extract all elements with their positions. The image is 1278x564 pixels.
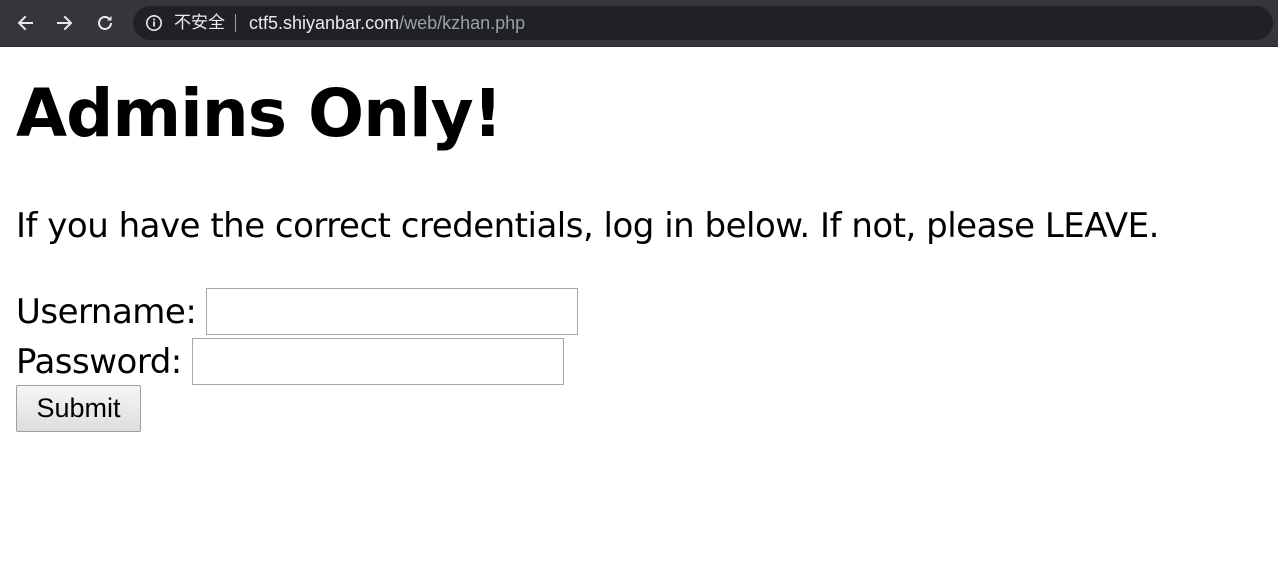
submit-button[interactable]: Submit xyxy=(16,385,141,432)
password-input[interactable] xyxy=(191,338,564,385)
password-row: Password: xyxy=(16,338,564,385)
reload-button[interactable] xyxy=(92,10,118,36)
reload-icon xyxy=(98,16,112,30)
intro-text: If you have the correct credentials, log… xyxy=(16,206,1159,246)
username-row: Username: xyxy=(16,288,579,335)
password-label: Password: xyxy=(16,341,182,382)
address-bar[interactable]: 不安全 ctf5.shiyanbar.com/web/kzhan.php xyxy=(133,6,1273,40)
info-icon[interactable] xyxy=(145,14,163,32)
browser-toolbar: 不安全 ctf5.shiyanbar.com/web/kzhan.php xyxy=(0,0,1278,47)
username-label: Username: xyxy=(16,291,197,332)
back-button[interactable] xyxy=(12,10,38,36)
arrow-left-icon xyxy=(17,15,33,31)
arrow-right-icon xyxy=(57,15,73,31)
omnibox-divider xyxy=(235,14,236,32)
forward-button[interactable] xyxy=(52,10,78,36)
url-text[interactable]: ctf5.shiyanbar.com/web/kzhan.php xyxy=(249,13,525,33)
url-host: ctf5.shiyanbar.com xyxy=(249,13,400,33)
page-title: Admins Only! xyxy=(16,75,503,152)
security-status-label[interactable]: 不安全 xyxy=(174,13,225,33)
username-input[interactable] xyxy=(206,288,579,335)
url-path: /web/kzhan.php xyxy=(399,13,526,33)
